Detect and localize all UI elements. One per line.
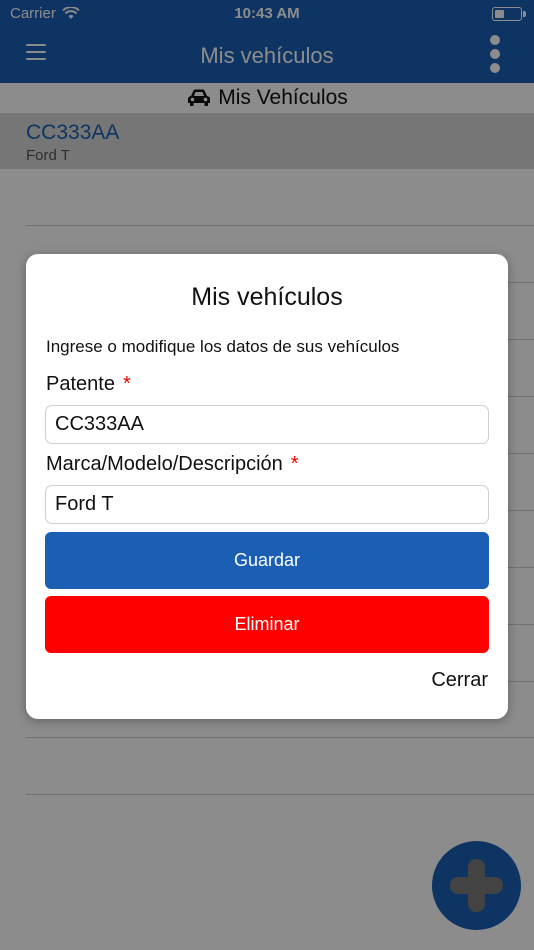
- delete-button[interactable]: Eliminar: [45, 596, 489, 653]
- model-label-text: Marca/Modelo/Descripción: [46, 453, 283, 475]
- dialog-title: Mis vehículos: [191, 283, 343, 311]
- model-input[interactable]: [45, 485, 489, 524]
- save-button[interactable]: Guardar: [45, 532, 489, 589]
- required-mark: *: [290, 453, 299, 475]
- model-label: Marca/Modelo/Descripción *: [46, 453, 299, 476]
- required-mark: *: [122, 373, 131, 395]
- plate-label-text: Patente: [46, 373, 115, 395]
- close-button[interactable]: Cerrar: [431, 669, 488, 692]
- vehicle-edit-dialog: Mis vehículos Ingrese o modifique los da…: [26, 254, 508, 719]
- plate-input[interactable]: [45, 405, 489, 444]
- dialog-description: Ingrese o modifique los datos de sus veh…: [46, 337, 400, 356]
- plate-label: Patente *: [46, 373, 131, 396]
